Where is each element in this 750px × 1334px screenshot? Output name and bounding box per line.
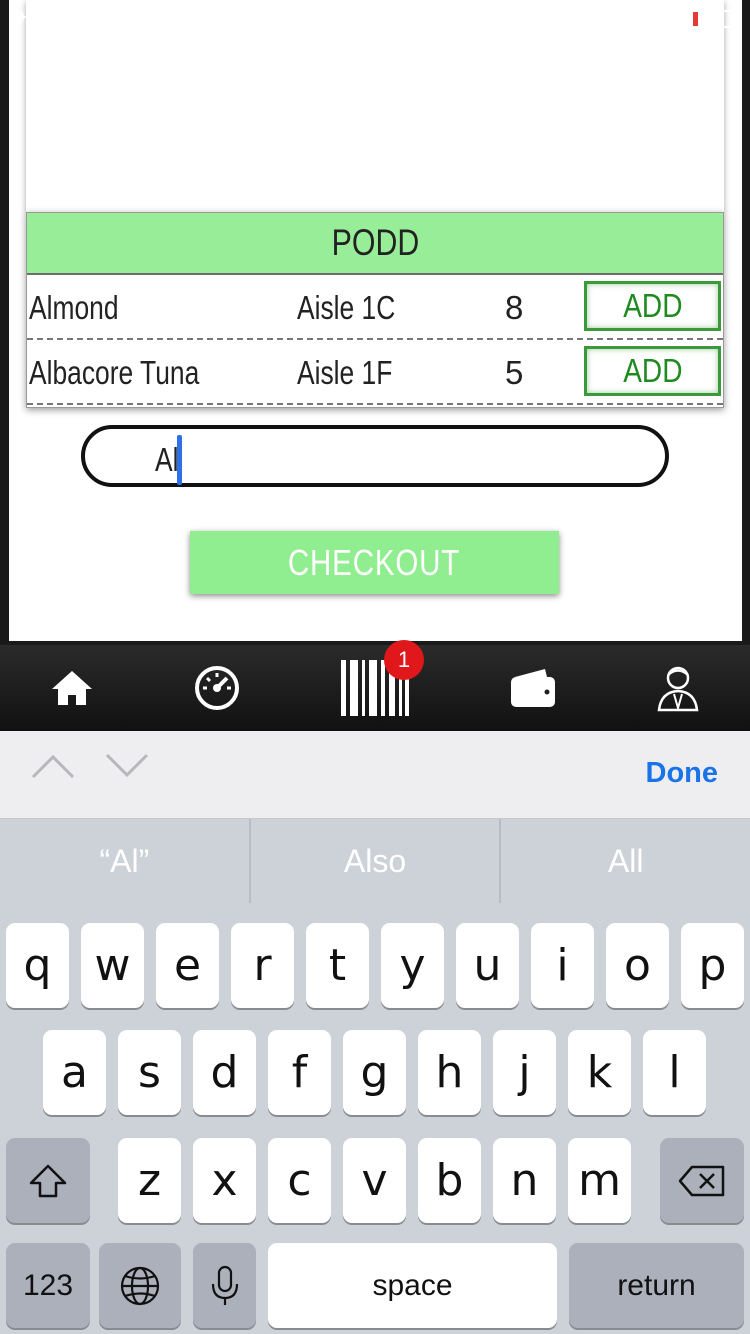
key-n[interactable]: n [493, 1138, 556, 1223]
add-button[interactable]: ADD [584, 346, 721, 396]
key-w[interactable]: w [81, 923, 144, 1008]
content-panel [26, 0, 724, 212]
wallet-icon [511, 669, 555, 707]
suggestion-item[interactable]: “Al” [0, 819, 251, 903]
table-row: Albacore Tuna Aisle 1F 5 ADD [27, 340, 723, 405]
key-x[interactable]: x [193, 1138, 256, 1223]
key-g[interactable]: g [343, 1030, 406, 1115]
add-button-label: ADD [622, 287, 683, 324]
key-u[interactable]: u [456, 923, 519, 1008]
item-name: Albacore Tuna [29, 354, 200, 391]
globe-key[interactable] [99, 1243, 181, 1328]
space-key[interactable]: space [268, 1243, 557, 1328]
microphone-icon [211, 1265, 238, 1305]
keyboard: q w e r t y u i o p a s d f g h j k l z … [0, 903, 750, 1334]
item-aisle: Aisle 1C [297, 289, 396, 326]
key-f[interactable]: f [268, 1030, 331, 1115]
search-input[interactable]: Al [81, 425, 669, 487]
item-aisle: Aisle 1F [297, 354, 393, 391]
search-input-value: Al [155, 441, 179, 478]
checkout-button[interactable]: CHECKOUT [190, 531, 559, 594]
tab-home[interactable] [22, 645, 122, 731]
key-a[interactable]: a [43, 1030, 106, 1115]
key-e[interactable]: e [156, 923, 219, 1008]
key-d[interactable]: d [193, 1030, 256, 1115]
shift-key[interactable] [6, 1138, 90, 1223]
battery-level-icon [693, 12, 698, 26]
add-button-label: ADD [622, 352, 683, 389]
key-b[interactable]: b [418, 1138, 481, 1223]
key-m[interactable]: m [568, 1138, 631, 1223]
key-k[interactable]: k [568, 1030, 631, 1115]
done-button[interactable]: Done [646, 757, 719, 790]
globe-icon [120, 1266, 160, 1305]
key-r[interactable]: r [231, 923, 294, 1008]
key-s[interactable]: s [118, 1030, 181, 1115]
key-o[interactable]: o [606, 923, 669, 1008]
tab-dashboard[interactable] [167, 645, 267, 731]
shift-icon [29, 1164, 67, 1197]
item-quantity: 8 [505, 289, 524, 326]
tab-bar [0, 645, 750, 731]
item-quantity: 5 [505, 354, 524, 391]
profile-icon [657, 666, 699, 712]
key-z[interactable]: z [118, 1138, 181, 1223]
podd-header: PODD [27, 213, 723, 275]
chevron-up-icon[interactable] [30, 751, 76, 781]
keyboard-toolbar: Done [0, 731, 750, 819]
add-button[interactable]: ADD [584, 281, 721, 331]
home-icon [52, 671, 92, 705]
key-t[interactable]: t [306, 923, 369, 1008]
text-caret [177, 435, 182, 485]
key-c[interactable]: c [268, 1138, 331, 1223]
table-row: Almond Aisle 1C 8 ADD [27, 275, 723, 340]
suggestion-item[interactable]: Also [251, 819, 502, 903]
podd-table: PODD Almond Aisle 1C 8 ADD Albacore Tuna… [26, 212, 724, 408]
key-l[interactable]: l [643, 1030, 706, 1115]
suggestion-bar: “Al” Also All [0, 819, 750, 903]
key-i[interactable]: i [531, 923, 594, 1008]
speedometer-icon [195, 666, 239, 710]
airplane-mode-icon: ✈ [12, 6, 31, 31]
dictation-key[interactable] [193, 1243, 256, 1328]
key-y[interactable]: y [381, 923, 444, 1008]
cart-count-badge: 1 [384, 640, 424, 680]
chevron-down-icon[interactable] [104, 751, 150, 781]
suggestion-item[interactable]: All [501, 819, 750, 903]
key-h[interactable]: h [418, 1030, 481, 1115]
tab-wallet[interactable] [483, 645, 583, 731]
checkout-button-label: CHECKOUT [288, 541, 461, 583]
delete-key[interactable] [660, 1138, 744, 1223]
return-key[interactable]: return [569, 1243, 744, 1328]
key-q[interactable]: q [6, 923, 69, 1008]
backspace-icon [678, 1165, 725, 1196]
key-v[interactable]: v [343, 1138, 406, 1223]
tab-profile[interactable] [628, 645, 728, 731]
item-name: Almond [29, 289, 119, 326]
podd-title: PODD [331, 222, 419, 263]
key-j[interactable]: j [493, 1030, 556, 1115]
numbers-key[interactable]: 123 [6, 1243, 90, 1328]
battery-icon [712, 10, 736, 28]
key-p[interactable]: p [681, 923, 744, 1008]
